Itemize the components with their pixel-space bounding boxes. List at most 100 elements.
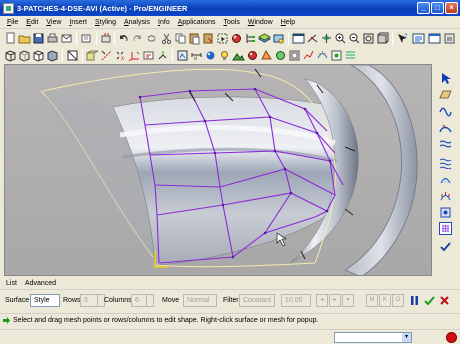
dimension-icon[interactable]: d: [190, 49, 203, 62]
room-icon[interactable]: [288, 49, 301, 62]
info-icon[interactable]: [443, 32, 456, 45]
wireframe-icon[interactable]: [4, 49, 17, 62]
new-icon[interactable]: [4, 32, 17, 45]
menu-edit[interactable]: Edit: [22, 19, 42, 26]
stop-icon[interactable]: [446, 332, 457, 343]
lighting-icon[interactable]: [218, 49, 231, 62]
menu-info[interactable]: Info: [154, 19, 174, 26]
curve-edit-icon[interactable]: [439, 122, 452, 135]
orient-icon[interactable]: [320, 32, 333, 45]
select-box-icon[interactable]: [216, 32, 229, 45]
close-button[interactable]: ×: [445, 2, 458, 14]
menu-tools[interactable]: Tools: [219, 19, 243, 26]
feature-icon[interactable]: [176, 49, 189, 62]
email-icon[interactable]: [60, 32, 73, 45]
shade-icon[interactable]: [330, 49, 343, 62]
model-view[interactable]: [5, 65, 432, 276]
spin-center-icon[interactable]: [306, 32, 319, 45]
step-extra-button[interactable]: ▾: [342, 294, 354, 307]
csys-icon[interactable]: [128, 49, 141, 62]
appearance-icon[interactable]: [230, 32, 243, 45]
zoom-in-icon[interactable]: [334, 32, 347, 45]
trim-icon[interactable]: [439, 174, 452, 187]
menu-analysis[interactable]: Analysis: [120, 19, 154, 26]
refit-icon[interactable]: [362, 32, 375, 45]
surface-collector[interactable]: Style: [30, 294, 60, 307]
datum-planes-icon[interactable]: [66, 49, 79, 62]
zoom-out-icon[interactable]: [348, 32, 361, 45]
save-icon[interactable]: [32, 32, 45, 45]
minimize-button[interactable]: _: [417, 2, 430, 14]
regen-icon[interactable]: [80, 32, 93, 45]
spin-center-toggle-icon[interactable]: [156, 49, 169, 62]
no-hidden-icon[interactable]: [32, 49, 45, 62]
open-icon[interactable]: [18, 32, 31, 45]
graphics-window[interactable]: [4, 64, 432, 276]
tab-advanced[interactable]: Advanced: [25, 280, 56, 287]
datum-points-icon[interactable]: x: [114, 49, 127, 62]
reflection-icon[interactable]: [260, 49, 273, 62]
menu-styling[interactable]: Styling: [91, 19, 120, 26]
surface-edit-icon[interactable]: [439, 156, 452, 169]
layers-icon[interactable]: [258, 32, 271, 45]
menu-applications[interactable]: Applications: [174, 19, 220, 26]
datum-axes-icon[interactable]: [100, 49, 113, 62]
copy-icon[interactable]: [174, 32, 187, 45]
step-field[interactable]: 10.00: [281, 294, 311, 307]
columns-field[interactable]: 6: [131, 294, 147, 307]
chevron-down-icon[interactable]: ▾: [402, 333, 411, 342]
analysis-icon[interactable]: [302, 49, 315, 62]
window-icon[interactable]: [428, 32, 441, 45]
scene-icon[interactable]: [232, 49, 245, 62]
redo-icon[interactable]: [131, 32, 144, 45]
model-tree-icon[interactable]: [244, 32, 257, 45]
find-icon[interactable]: [100, 32, 113, 45]
move-dropdown[interactable]: Normal: [183, 294, 217, 307]
curve-analysis-icon[interactable]: [439, 190, 452, 203]
saved-views-icon[interactable]: [376, 32, 389, 45]
repaint-icon[interactable]: [292, 32, 305, 45]
render-icon[interactable]: [246, 49, 259, 62]
paste-special-icon[interactable]: [202, 32, 215, 45]
curvature-icon[interactable]: [316, 49, 329, 62]
color-icon[interactable]: [204, 49, 217, 62]
view-manager-icon[interactable]: [272, 32, 285, 45]
context-help-icon[interactable]: ?: [396, 32, 409, 45]
tab-list[interactable]: List: [6, 280, 17, 287]
dse-icon[interactable]: [439, 222, 452, 235]
rows-field[interactable]: 5: [80, 294, 98, 307]
paste-icon[interactable]: [188, 32, 201, 45]
surface-icon[interactable]: [439, 138, 452, 151]
step-up-button[interactable]: ▸: [329, 294, 341, 307]
k-button[interactable]: K: [379, 294, 391, 307]
cancel-x-icon[interactable]: [438, 294, 451, 307]
cut-icon[interactable]: [160, 32, 173, 45]
datum-planes-toggle-icon[interactable]: [86, 49, 99, 62]
menu-view[interactable]: View: [42, 19, 65, 26]
hidden-line-icon[interactable]: [18, 49, 31, 62]
menu-insert[interactable]: Insert: [65, 19, 91, 26]
columns-spinner[interactable]: [146, 294, 154, 307]
edit-appearance-icon[interactable]: [274, 49, 287, 62]
step-down-button[interactable]: ◂: [316, 294, 328, 307]
filter-dropdown[interactable]: Constant: [239, 294, 275, 307]
confirm-check-icon[interactable]: [423, 294, 436, 307]
m-button[interactable]: M: [366, 294, 378, 307]
surface-analysis-icon[interactable]: [439, 206, 452, 219]
app-icon[interactable]: [3, 2, 14, 14]
menu-window[interactable]: Window: [244, 19, 277, 26]
print-icon[interactable]: [46, 32, 59, 45]
annotations-icon[interactable]: [142, 49, 155, 62]
done-check-icon[interactable]: [439, 240, 452, 253]
reflection-analysis-icon[interactable]: [344, 49, 357, 62]
menu-help[interactable]: Help: [277, 19, 299, 26]
o-button[interactable]: O: [392, 294, 404, 307]
curve-icon[interactable]: [439, 104, 452, 117]
menu-file[interactable]: File: [3, 19, 22, 26]
active-plane-icon[interactable]: [439, 88, 452, 101]
annotation-icon[interactable]: [412, 32, 425, 45]
maximize-button[interactable]: □: [431, 2, 444, 14]
selection-filter-dropdown[interactable]: ▾: [334, 332, 412, 343]
select-arrow-icon[interactable]: [439, 72, 452, 85]
undo-icon[interactable]: [117, 32, 130, 45]
